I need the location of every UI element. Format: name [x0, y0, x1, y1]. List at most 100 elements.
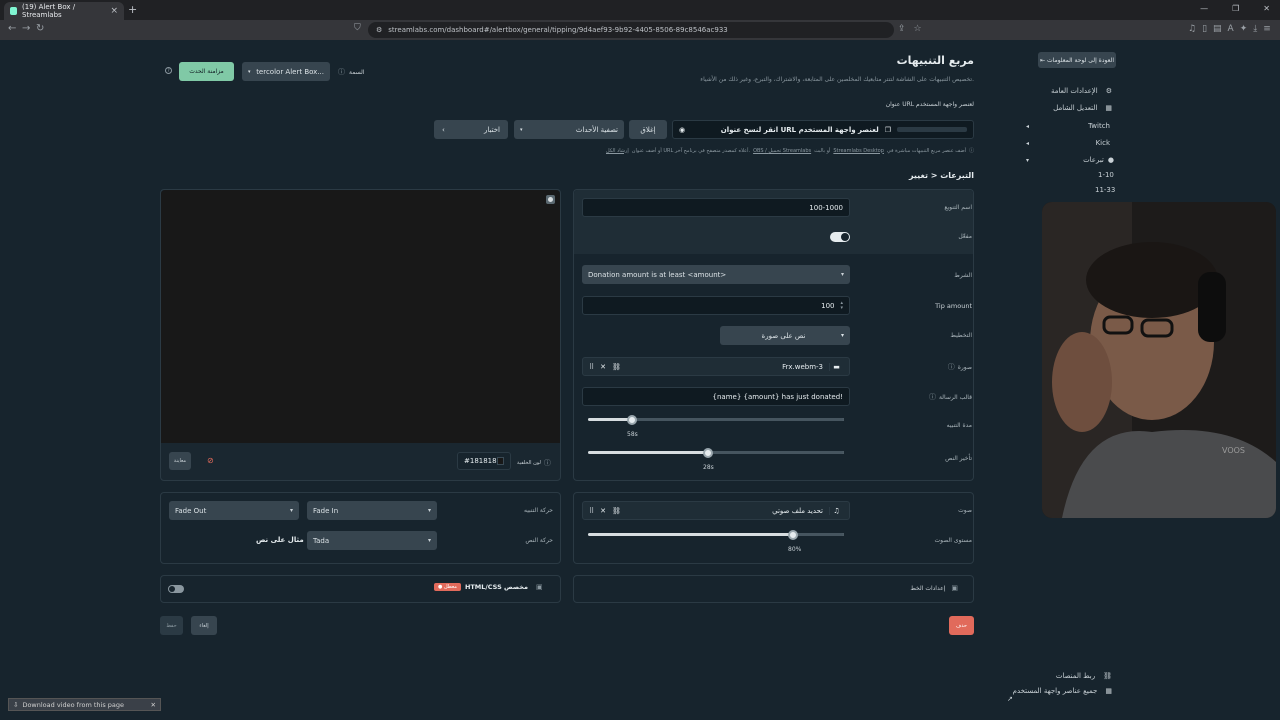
test-label: اختبار	[483, 125, 500, 134]
text-anim-value: Tada	[313, 536, 330, 545]
custom-html-header[interactable]: ● معطل HTML/CSS مخصص ▣	[434, 583, 543, 591]
bookmark-icon[interactable]: ⛉	[354, 23, 361, 33]
save-button[interactable]: حفظ	[160, 616, 183, 635]
close-window-icon[interactable]: ✕	[1263, 4, 1270, 13]
alert-in-animation-select[interactable]: Fade In ▾	[307, 501, 437, 520]
sidebar-item-bulk-edit[interactable]: التعديل الشامل ▦	[1053, 104, 1112, 112]
link-icon[interactable]: ⛓	[612, 363, 621, 371]
info-note-b: أو بالبث	[814, 147, 831, 154]
image-label-group: ⓘ صورة	[948, 362, 972, 372]
font-settings-header[interactable]: إعدادات الخط ▣	[910, 584, 958, 592]
message-template-input[interactable]: {name} {amount} has just donated!	[582, 387, 850, 406]
variation-name-label: اسم التنويع	[944, 204, 972, 211]
link-icon[interactable]: ⛓	[612, 507, 621, 515]
chevron-down-icon: ▾	[289, 507, 293, 514]
maximize-icon[interactable]: ❐	[1232, 4, 1239, 13]
theme-select[interactable]: ▾ tercolor Alert Box...	[242, 62, 330, 81]
address-bar[interactable]: ⚙ streamlabs.com/dashboard#/alertbox/gen…	[368, 22, 894, 38]
slider-thumb[interactable]	[627, 414, 637, 425]
text-delay-slider[interactable]	[588, 447, 844, 458]
sidebar-subitem-1-10[interactable]: 1-10	[1098, 171, 1114, 179]
share-icon[interactable]: ⇪	[898, 24, 906, 34]
bg-color-input[interactable]: #181818	[457, 452, 511, 470]
minimize-icon[interactable]: —	[1200, 4, 1208, 13]
color-swatch[interactable]	[496, 457, 504, 465]
star-icon[interactable]: ☆	[914, 24, 922, 34]
layout-select[interactable]: نص على صورة ▾	[720, 326, 850, 345]
sidebar-item-general-settings[interactable]: الإعدادات العامة ⚙	[1051, 87, 1112, 95]
browser-tabbar	[0, 0, 1280, 20]
slider-thumb[interactable]	[703, 447, 713, 458]
cancel-button[interactable]: إلغاء	[191, 616, 217, 635]
link-icon: ⛓	[1103, 672, 1112, 680]
custom-html-toggle[interactable]	[168, 585, 184, 593]
chevron-down-icon: ▾	[840, 332, 844, 339]
sound-volume-slider[interactable]	[588, 529, 844, 540]
music-icon[interactable]: ♫	[1188, 24, 1196, 34]
translate-icon[interactable]: A	[1228, 24, 1234, 34]
back-to-dashboard-button[interactable]: ⇤ العودة إلى لوحة المعلومات	[1038, 52, 1116, 68]
copy-icon[interactable]: ❐	[885, 126, 891, 134]
sidebar-icon[interactable]: ▯	[1202, 24, 1207, 34]
help-icon[interactable]: ?	[165, 67, 172, 74]
theme-label-group: ⓘ السمة	[338, 67, 365, 77]
new-tab-icon[interactable]: +	[128, 3, 137, 16]
browser-tab[interactable]: (19) Alert Box / Streamlabs ×	[4, 2, 124, 20]
widget-url-field[interactable]: ◉ انقر لنسخ عنوان URL لعنصر واجهة المستخ…	[672, 120, 974, 139]
download-icon[interactable]: ⤓	[1253, 24, 1257, 34]
alert-out-animation-select[interactable]: Fade Out ▾	[169, 501, 299, 520]
variation-name-value: 100-1000	[809, 203, 843, 212]
site-info-icon[interactable]: ⚙	[376, 26, 382, 34]
slider-thumb[interactable]	[788, 529, 798, 540]
enabled-toggle[interactable]	[830, 232, 850, 242]
sidebar-item-kick[interactable]: ◂ Kick	[1026, 139, 1110, 147]
sparkle-icon[interactable]: ✦	[1240, 24, 1248, 34]
chevron-down-icon: ▾	[520, 126, 523, 133]
forward-arrow-icon[interactable]: →	[22, 23, 30, 34]
sound-file-field[interactable]: ⠿ ✕ ⛓ تحديد ملف صوتي ♫	[582, 501, 850, 520]
drag-handle-icon[interactable]: ⠿	[589, 363, 594, 371]
sidebar-subitem-11-33[interactable]: 11-33	[1095, 186, 1115, 194]
download-video-overlay[interactable]: ⇩ Download video from this page ✕	[8, 698, 161, 711]
filter-events-select[interactable]: ▾ تصفية الأحداث	[514, 120, 624, 139]
sync-event-button[interactable]: مزامنة الحدث	[179, 62, 234, 81]
preview-button[interactable]: معاينة	[169, 452, 191, 470]
text-animation-select[interactable]: Tada ▾	[307, 531, 437, 550]
delete-button[interactable]: حذف	[949, 616, 974, 635]
stepper-icon[interactable]: ▴ ▾	[840, 300, 843, 311]
sidebar-item-donations[interactable]: ▾ تبرعات ●	[1026, 156, 1114, 164]
reader-icon[interactable]: ▤	[1213, 24, 1222, 34]
mute-icon[interactable]: ⊘	[207, 456, 214, 465]
condition-select[interactable]: Donation amount is at least <amount> ▾	[582, 265, 850, 284]
remove-icon[interactable]: ✕	[600, 363, 606, 371]
remove-icon[interactable]: ✕	[600, 507, 606, 515]
webcam-overlay: VOOS	[1042, 202, 1276, 518]
close-overlay-icon[interactable]: ✕	[151, 701, 156, 709]
copy-label: إغلاق	[640, 125, 656, 134]
reload-icon[interactable]: ↻	[36, 23, 44, 34]
bg-color-value: #181818	[464, 457, 497, 465]
close-tab-icon[interactable]: ×	[110, 6, 118, 16]
sidebar-link-platforms[interactable]: ربط المنصات ⛓	[1056, 672, 1112, 680]
tip-amount-input[interactable]: 100 ▴ ▾	[582, 296, 850, 315]
music-note-icon[interactable]: ♫	[829, 506, 843, 515]
desktop-link[interactable]: Streamlabs Desktop	[833, 148, 884, 154]
fullscreen-icon[interactable]	[546, 195, 555, 204]
alert-duration-label: مدة التنبيه	[946, 422, 972, 429]
test-button[interactable]: ‹ اختبار	[434, 120, 508, 139]
sidebar-item-label: 11-33	[1095, 186, 1116, 194]
image-file-icon[interactable]: ▬	[829, 362, 843, 371]
copy-url-button[interactable]: إغلاق	[629, 120, 667, 139]
sidebar-link-all-widgets[interactable]: جميع عناصر واجهة المستخدم ▦	[1013, 687, 1112, 695]
alert-duration-slider[interactable]	[588, 414, 844, 425]
more-link[interactable]: إرشاد الكل	[606, 148, 629, 154]
variation-name-input[interactable]: 100-1000	[582, 198, 850, 217]
back-arrow-icon[interactable]: ←	[8, 23, 16, 34]
drag-handle-icon[interactable]: ⠿	[589, 507, 594, 515]
obs-link[interactable]: OBS / تحميل Streamlabs	[753, 148, 811, 154]
image-file-field[interactable]: ⠿ ✕ ⛓ Frx.webm-3 ▬	[582, 357, 850, 376]
info-note-a: أضف عنصر مربع التنبيهات مباشرة في	[886, 147, 967, 154]
sidebar-item-twitch[interactable]: ◂ Twitch	[1026, 122, 1110, 130]
menu-icon[interactable]: ≡	[1263, 24, 1271, 34]
eye-icon[interactable]: ◉	[679, 126, 685, 134]
